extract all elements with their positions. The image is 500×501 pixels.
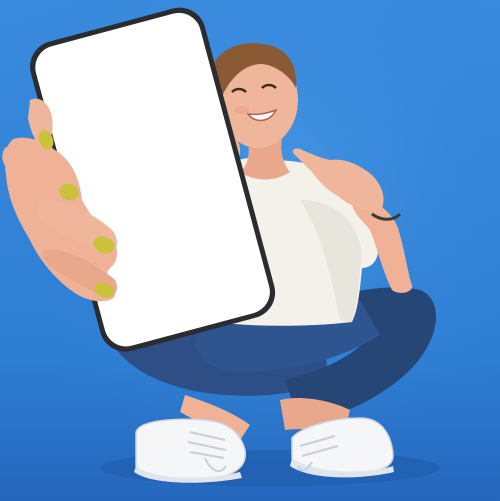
photo-scene xyxy=(0,0,500,501)
photo-illustration xyxy=(0,0,500,501)
left-sneaker xyxy=(135,418,247,482)
cheek xyxy=(235,106,249,114)
